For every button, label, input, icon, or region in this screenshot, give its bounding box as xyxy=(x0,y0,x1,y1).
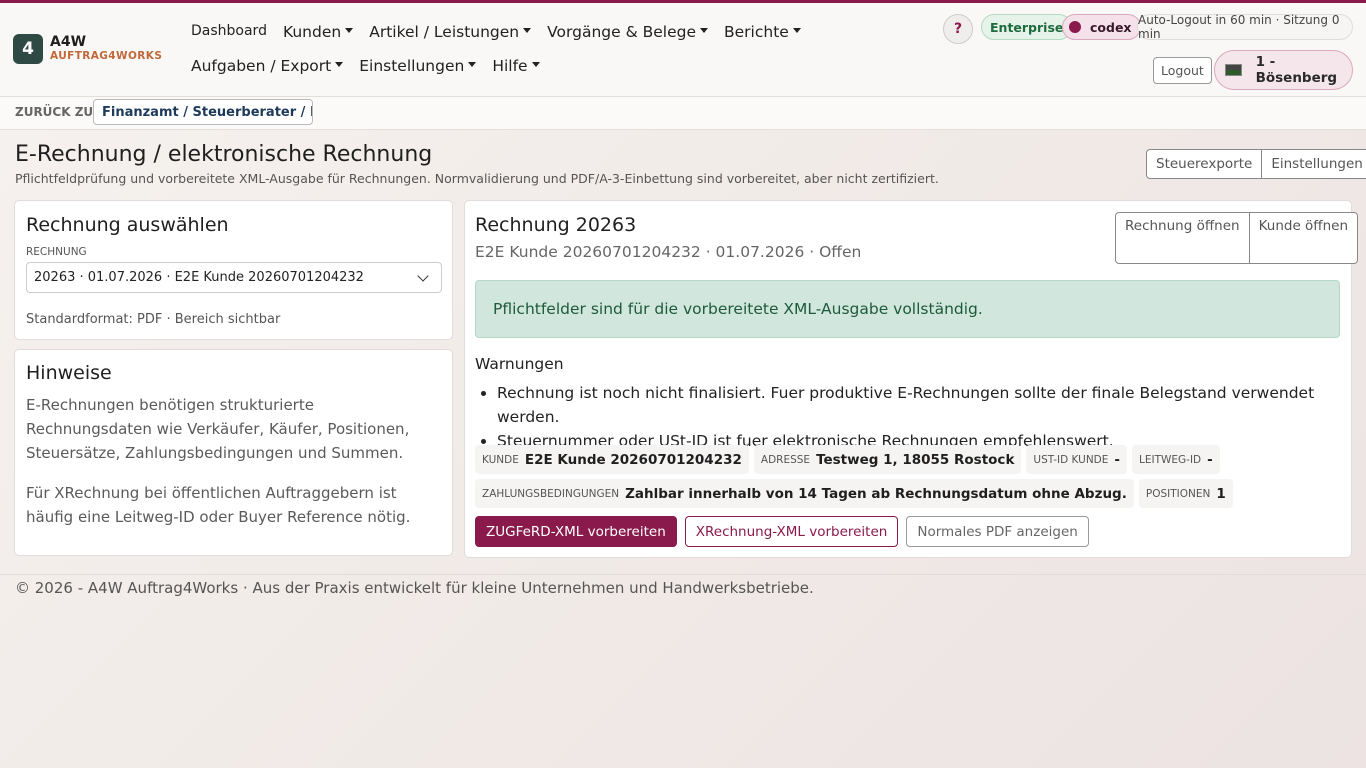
warnings-title: Warnungen xyxy=(475,355,564,373)
user-badge[interactable]: codex xyxy=(1062,14,1141,40)
caret-down-icon xyxy=(792,28,801,33)
zugferd-xml-button[interactable]: ZUGFeRD-XML vorbereiten xyxy=(475,516,677,547)
nav-dashboard[interactable]: Dashboard xyxy=(191,23,267,41)
caret-down-icon xyxy=(700,28,708,33)
company-switcher-button[interactable]: 1 - Bösenberg xyxy=(1214,50,1353,90)
main-nav-row-1: Dashboard Kunden Artikel / Leistungen Vo… xyxy=(191,23,817,41)
settings-button[interactable]: Einstellungen xyxy=(1262,149,1366,179)
field-chip-ustid: UST-ID KUNDE - xyxy=(1026,445,1128,474)
user-badge-label: codex xyxy=(1090,19,1132,35)
hints-title: Hinweise xyxy=(26,362,112,384)
nav-artikel[interactable]: Artikel / Leistungen xyxy=(369,23,532,41)
breadcrumb-label: ZURÜCK ZU xyxy=(15,105,94,119)
page-title: E-Rechnung / elektronische Rechnung xyxy=(15,142,433,167)
open-customer-button[interactable]: Kunde öffnen xyxy=(1249,212,1359,264)
breadcrumb: ZURÜCK ZU Finanzamt / Steuerberater / Ex… xyxy=(0,97,1366,130)
nav-vorgaenge[interactable]: Vorgänge & Belege xyxy=(547,23,708,41)
plan-badge: Enterprise xyxy=(981,14,1073,40)
xml-actions: ZUGFeRD-XML vorbereiten XRechnung-XML vo… xyxy=(475,516,1097,547)
invoice-select-value: 20263 · 01.07.2026 · E2E Kunde 202607012… xyxy=(34,270,364,285)
invoice-select[interactable]: 20263 · 01.07.2026 · E2E Kunde 202607012… xyxy=(26,262,442,293)
page-footer: © 2026 - A4W Auftrag4Works · Aus der Pra… xyxy=(0,574,1366,601)
field-chip-leitweg: LEITWEG-ID - xyxy=(1132,445,1220,474)
invoice-title: Rechnung 20263 xyxy=(475,214,637,236)
open-invoice-button[interactable]: Rechnung öffnen xyxy=(1115,212,1250,264)
nav-berichte[interactable]: Berichte xyxy=(724,23,801,41)
warning-item: Rechnung ist noch nicht finalisiert. Fue… xyxy=(497,381,1351,429)
brand-title: A4W xyxy=(50,34,87,50)
company-flag-icon xyxy=(1225,64,1242,76)
caret-down-icon xyxy=(468,62,477,67)
caret-down-icon xyxy=(531,62,540,67)
session-info: Auto-Logout in 60 min · Sitzung 0 min xyxy=(1137,13,1353,41)
invoice-meta: E2E Kunde 20260701204232 · 01.07.2026 · … xyxy=(475,243,862,261)
default-format-note: Standardformat: PDF · Bereich sichtbar xyxy=(26,312,281,327)
field-chip-adresse: ADRESSE Testweg 1, 18055 Rostock xyxy=(753,445,1022,474)
invoice-actions: Rechnung öffnen Kunde öffnen xyxy=(1115,212,1359,264)
page-actions: Steuerexporte Einstellungen xyxy=(1146,149,1366,179)
invoice-fields-row-1: KUNDE E2E Kunde 20260701204232 ADRESSE Tes… xyxy=(475,445,1345,474)
invoice-select-title: Rechnung auswählen xyxy=(26,214,229,236)
brand-logo-link[interactable]: 4 A4W AUFTRAG4WORKS xyxy=(13,34,162,64)
company-label: 1 - Bösenberg xyxy=(1255,54,1338,86)
field-chip-zahlungsbedingungen: ZAHLUNGSBEDINGUNGEN Zahlbar innerhalb von… xyxy=(475,479,1134,508)
xrechnung-xml-button[interactable]: XRechnung-XML vorbereiten xyxy=(684,516,899,547)
normal-pdf-button[interactable]: Normales PDF anzeigen xyxy=(906,516,1089,547)
chevron-down-icon xyxy=(417,270,429,282)
logout-button[interactable]: Logout xyxy=(1153,57,1212,84)
help-button[interactable]: ? xyxy=(943,14,973,44)
nav-aufgaben-export[interactable]: Aufgaben / Export xyxy=(191,57,344,75)
warnings-list: Rechnung ist noch nicht finalisiert. Fue… xyxy=(497,381,1351,453)
caret-down-icon xyxy=(335,62,344,67)
app-logo-icon: 4 xyxy=(13,34,43,64)
invoice-select-card: Rechnung auswählen RECHNUNG 20263 · 01.0… xyxy=(14,200,453,340)
hints-paragraph-2: Für XRechnung bei öffentlichen Auftragge… xyxy=(26,484,411,526)
top-navbar: 4 A4W AUFTRAG4WORKS Dashboard Kunden Art… xyxy=(0,3,1366,97)
nav-kunden[interactable]: Kunden xyxy=(283,23,354,41)
tax-exports-button[interactable]: Steuerexporte xyxy=(1146,149,1263,179)
nav-einstellungen[interactable]: Einstellungen xyxy=(359,57,477,75)
field-chip-positionen: POSITIONEN 1 xyxy=(1138,479,1233,508)
invoice-fields-row-2: ZAHLUNGSBEDINGUNGEN Zahlbar innerhalb von… xyxy=(475,479,1345,508)
caret-down-icon xyxy=(523,28,532,33)
page-subtitle: Pflichtfeldprüfung und vorbereitete XML-… xyxy=(15,171,939,186)
hints-card: Hinweise E-Rechnungen benötigen struktur… xyxy=(14,349,453,556)
invoice-detail-card: Rechnung 20263 E2E Kunde 20260701204232 … xyxy=(464,200,1359,558)
caret-down-icon xyxy=(345,28,354,33)
breadcrumb-back-link[interactable]: Finanzamt / Steuerberater / Ex... xyxy=(93,99,313,125)
main-nav-row-2: Aufgaben / Export Einstellungen Hilfe xyxy=(191,57,556,75)
validation-success-alert: Pflichtfelder sind für die vorbereitete … xyxy=(475,280,1340,338)
invoice-field-label: RECHNUNG xyxy=(26,246,87,258)
user-dot-icon xyxy=(1069,21,1081,33)
hints-paragraph-1: E-Rechnungen benötigen strukturierte Rec… xyxy=(26,396,410,462)
brand-subtitle: AUFTRAG4WORKS xyxy=(50,50,163,62)
field-chip-kunde: KUNDE E2E Kunde 20260701204232 xyxy=(475,445,749,474)
nav-hilfe[interactable]: Hilfe xyxy=(492,57,540,75)
